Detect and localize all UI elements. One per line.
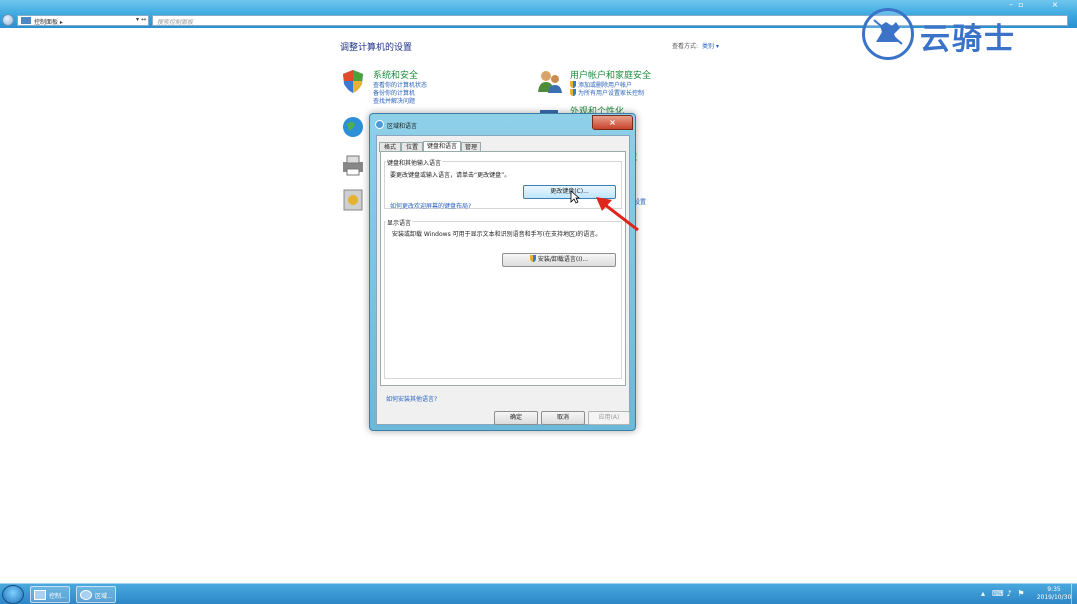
watermark-text: 云骑士 — [920, 22, 1016, 57]
ime-icon[interactable]: ⌨ — [992, 589, 1004, 599]
tray-expand-icon[interactable]: ▴ — [978, 589, 988, 599]
ok-button[interactable]: 确定 — [494, 411, 538, 425]
dialog-title: 区域和语言 — [387, 123, 418, 130]
display-language-group-label: 显示语言 — [386, 218, 413, 227]
control-panel-icon — [34, 590, 46, 600]
region-language-dialog: 区域和语言 × 格式 位置 键盘和语言 管理 键盘和其他输入语言 要更改键盘或输… — [369, 113, 636, 431]
taskbar: 控制... 区域... ▴ ⌨ ♪ ⚑ 9:35 2019/10/30 — [0, 583, 1077, 604]
page-title: 调整计算机的设置 — [340, 43, 413, 53]
uac-shield-icon — [529, 255, 536, 262]
mouse-cursor-icon — [570, 190, 580, 204]
address-dropdown-icon[interactable]: ▾ ↔ — [136, 16, 146, 23]
search-placeholder: 搜索控制面板 — [157, 19, 194, 26]
address-bar[interactable]: 控制面板 ▸ ▾ ↔ — [17, 15, 149, 26]
programs-icon[interactable] — [341, 189, 365, 211]
knight-rider-icon — [873, 19, 903, 45]
uac-shield-icon — [570, 89, 576, 96]
tab-panel: 键盘和其他输入语言 要更改键盘或输入语言，请单击“更改键盘”。 更改键盘(C).… — [380, 151, 626, 386]
address-path[interactable]: 控制面板 ▸ — [34, 17, 63, 26]
volume-icon[interactable]: ♪ — [1004, 589, 1014, 599]
taskbar-region[interactable]: 区域... — [76, 586, 116, 603]
welcome-screen-keyboard-link[interactable]: 如何更改欢迎屏幕的键盘布局? — [390, 201, 471, 210]
install-uninstall-languages-button[interactable]: 安装/卸载语言(I)... — [502, 253, 616, 267]
watermark-logo: 云骑士 — [862, 4, 1052, 64]
view-by-label: 查看方式: — [672, 43, 699, 50]
apply-button[interactable]: 应用(A) — [588, 411, 630, 425]
clock-date: 2019/10/30 — [1036, 594, 1072, 601]
view-by: 查看方式: 类别 ▾ — [672, 41, 719, 50]
install-more-languages-link[interactable]: 如何安装其他语言? — [386, 394, 437, 403]
globe-icon — [80, 590, 92, 600]
taskbar-clock[interactable]: 9:35 2019/10/30 — [1032, 586, 1076, 602]
start-button[interactable] — [2, 585, 24, 604]
keyboards-description: 要更改键盘或输入语言，请单击“更改键盘”。 — [390, 172, 511, 179]
network-globe-icon[interactable] — [341, 116, 365, 138]
globe-icon — [375, 120, 384, 129]
taskbar-control-panel[interactable]: 控制... — [30, 586, 70, 603]
annotation-arrow-icon — [596, 197, 639, 232]
shield-icon[interactable] — [340, 68, 366, 94]
dialog-body: 格式 位置 键盘和语言 管理 键盘和其他输入语言 要更改键盘或输入语言，请单击“… — [376, 135, 630, 425]
display-language-description: 安装或卸载 Windows 可用于显示文本和识别语音和手写(在支持地区)的语言。 — [392, 231, 602, 238]
printer-icon[interactable] — [341, 154, 365, 176]
cancel-button[interactable]: 取消 — [541, 411, 585, 425]
clock-time: 9:35 — [1047, 586, 1061, 593]
view-by-dropdown[interactable]: 类别 ▾ — [702, 43, 719, 50]
parental-controls-link[interactable]: 为所有用户设置家长控制 — [570, 88, 644, 97]
troubleshoot-link[interactable]: 查找并解决问题 — [373, 96, 415, 105]
keyboards-group-label: 键盘和其他输入语言 — [386, 158, 443, 167]
dialog-close-button[interactable]: × — [592, 115, 633, 130]
show-desktop-button[interactable] — [1071, 584, 1077, 604]
flag-icon[interactable]: ⚑ — [1016, 589, 1026, 599]
uac-shield-icon — [570, 81, 576, 88]
users-icon[interactable] — [537, 68, 563, 94]
display-language-group — [384, 221, 622, 379]
back-icon[interactable] — [2, 14, 14, 26]
control-panel-icon — [21, 17, 31, 24]
